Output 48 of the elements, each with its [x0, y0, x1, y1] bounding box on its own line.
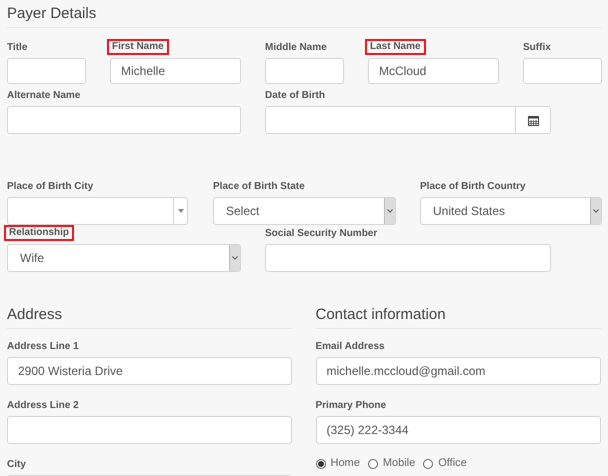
field-label: First Name — [107, 39, 169, 55]
dropdown-arrow-icon — [178, 209, 184, 213]
radio-button[interactable] — [423, 458, 434, 468]
radio-button[interactable] — [368, 458, 378, 468]
text-field[interactable] — [7, 106, 241, 134]
select-field[interactable]: Wife — [7, 244, 241, 272]
section-heading: Contact information — [316, 306, 446, 323]
field-label: Middle Name — [265, 42, 327, 54]
text-field[interactable] — [265, 244, 551, 272]
select-field[interactable]: United States — [420, 197, 602, 225]
field-label: Place of Birth State — [213, 181, 305, 193]
text-field[interactable] — [265, 58, 344, 84]
field-label: Relationship — [4, 225, 74, 241]
section-heading: Address — [7, 306, 62, 323]
field-label: Alternate Name — [7, 90, 80, 102]
field-label: Date of Birth — [265, 90, 325, 102]
field-label: Address Line 2 — [7, 400, 79, 412]
calendar-button[interactable] — [516, 106, 551, 134]
text-field[interactable]: (325) 222-3344 — [316, 416, 601, 444]
calendar-icon — [528, 114, 538, 126]
text-field[interactable]: michelle.mccloud@gmail.com — [316, 357, 601, 385]
combo-field[interactable] — [7, 197, 188, 225]
chevron-down-icon — [593, 209, 599, 213]
select-field[interactable]: Select — [213, 197, 396, 225]
section-heading: Payer Details — [7, 5, 96, 22]
radio-label[interactable]: Home — [330, 457, 360, 470]
field-label: Title — [7, 42, 28, 54]
text-field[interactable]: 2900 Wisteria Drive — [7, 357, 292, 385]
field-label: Suffix — [523, 42, 551, 54]
field-label: Email Address — [316, 341, 385, 353]
chevron-down-icon — [232, 256, 238, 260]
field-label: Address Line 1 — [7, 341, 79, 353]
field-label: Place of Birth Country — [420, 181, 526, 193]
text-field[interactable] — [523, 58, 602, 84]
field-label: Last Name — [365, 39, 426, 55]
text-field[interactable] — [7, 58, 86, 84]
field-label: Social Security Number — [265, 228, 378, 240]
field-label: Place of Birth City — [7, 181, 94, 193]
field-label: Primary Phone — [316, 400, 386, 412]
text-field[interactable]: Michelle — [110, 58, 241, 84]
date-field[interactable] — [265, 106, 516, 134]
radio-button[interactable] — [316, 458, 326, 468]
chevron-down-icon — [387, 209, 393, 213]
text-field[interactable] — [7, 416, 292, 444]
field-label: City — [7, 459, 26, 471]
text-field[interactable]: McCloud — [368, 58, 499, 84]
radio-label[interactable]: Office — [438, 457, 467, 470]
radio-label[interactable]: Mobile — [382, 457, 416, 470]
